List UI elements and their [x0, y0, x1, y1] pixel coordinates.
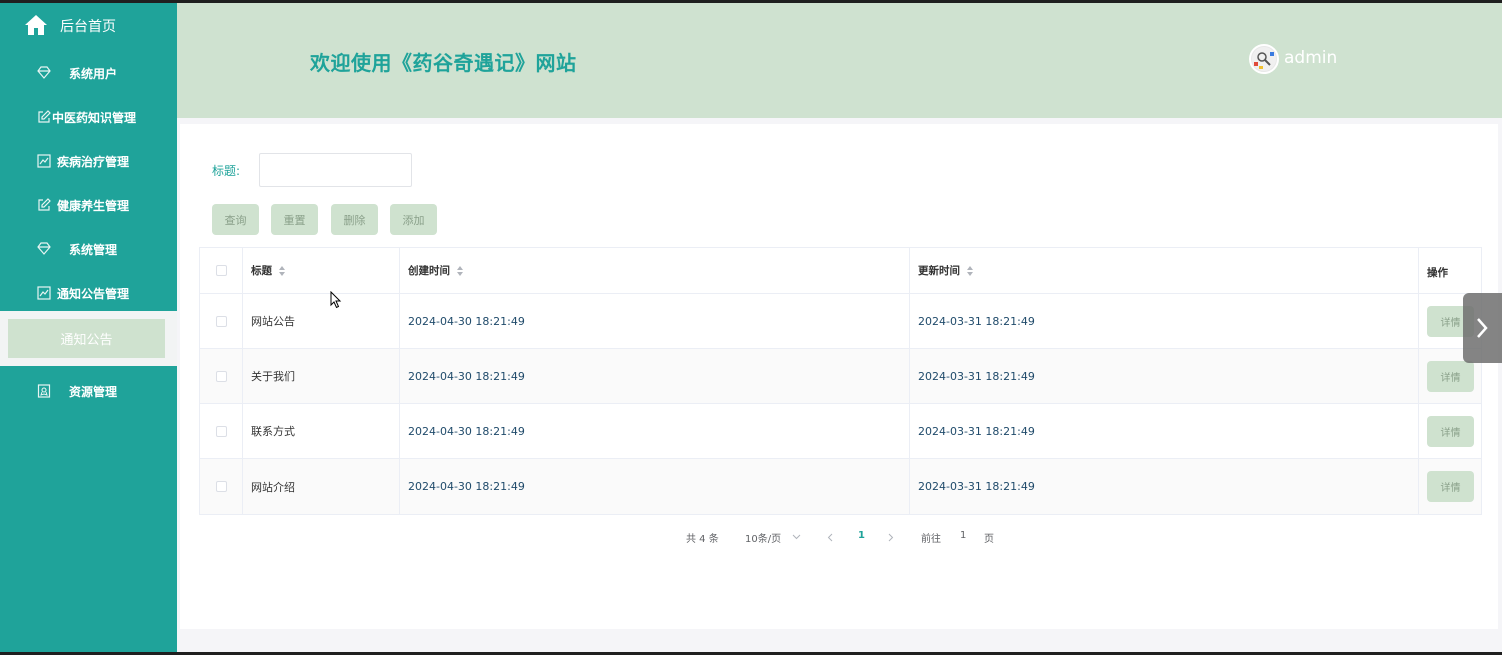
delete-button[interactable]: 删除	[331, 204, 378, 235]
column-header-title[interactable]: 标题	[243, 248, 400, 293]
main-content: 标题: 查询 重置 删除 添加 标题 创建时间 更新时间 操作 网站公告 202…	[180, 124, 1498, 629]
sidebar-item-label: 疾病治疗管理	[57, 155, 130, 169]
search-title-input[interactable]	[259, 153, 412, 187]
column-header-operation-label: 操作	[1427, 267, 1448, 279]
sidebar-item-label: 资源管理	[69, 385, 118, 399]
site-title: 欢迎使用《药谷奇遇记》网站	[310, 51, 577, 75]
row-updated: 2024-03-31 18:21:49	[910, 349, 1419, 403]
detail-button[interactable]: 详情	[1427, 471, 1474, 502]
pagination-current-page[interactable]: 1	[858, 530, 865, 541]
row-checkbox-cell	[200, 459, 243, 514]
pagination-page-size[interactable]: 10条/页	[745, 530, 781, 545]
column-header-updated-label: 更新时间	[918, 265, 960, 277]
pagination-goto-input[interactable]: 1	[960, 530, 966, 541]
sidebar-item-system-management[interactable]: 系统管理	[0, 229, 177, 269]
sidebar-item-label: 中医药知识管理	[52, 111, 137, 125]
column-header-created[interactable]: 创建时间	[400, 248, 910, 293]
username[interactable]: admin	[1284, 48, 1337, 68]
sidebar: 后台首页 系统用户 中医药知识管理 疾病治疗管理 健康养生管理 系统管理 通知公…	[0, 3, 177, 652]
next-page-icon[interactable]	[888, 533, 894, 542]
row-title: 联系方式	[243, 404, 400, 458]
select-all-checkbox[interactable]	[215, 265, 227, 276]
sort-icon[interactable]	[456, 265, 464, 276]
row-created: 2024-04-30 18:21:49	[400, 459, 910, 514]
sidebar-item-label: 通知公告管理	[57, 287, 130, 301]
row-created: 2024-04-30 18:21:49	[400, 404, 910, 458]
detail-button[interactable]: 详情	[1427, 415, 1474, 447]
sidebar-item-resource-management[interactable]: 资源管理	[0, 371, 177, 411]
column-header-operation: 操作	[1419, 248, 1481, 293]
row-operation: 详情	[1419, 459, 1481, 514]
row-updated: 2024-03-31 18:21:49	[910, 459, 1419, 514]
row-checkbox[interactable]	[215, 425, 227, 437]
chevron-right-icon	[1477, 318, 1488, 338]
diamond-icon	[37, 66, 51, 79]
sidebar-submenu: 通知公告	[0, 311, 177, 366]
search-title-label: 标题:	[212, 164, 241, 178]
row-checkbox[interactable]	[215, 370, 227, 382]
table-row: 联系方式 2024-04-30 18:21:49 2024-03-31 18:2…	[200, 404, 1481, 459]
table-row: 关于我们 2024-04-30 18:21:49 2024-03-31 18:2…	[200, 349, 1481, 404]
row-created: 2024-04-30 18:21:49	[400, 349, 910, 403]
sidebar-item-notice-management[interactable]: 通知公告管理	[0, 273, 177, 313]
pagination-goto-suffix: 页	[984, 534, 994, 545]
sidebar-item-disease-treatment[interactable]: 疾病治疗管理	[0, 141, 177, 181]
badge-icon	[37, 384, 51, 398]
notice-table: 标题 创建时间 更新时间 操作 网站公告 2024-04-30 18:21:49…	[199, 247, 1482, 515]
pagination-total: 共 4 条	[686, 534, 719, 545]
row-checkbox-cell	[200, 294, 243, 348]
detail-button[interactable]: 详情	[1427, 360, 1474, 392]
row-operation: 详情	[1419, 404, 1481, 458]
column-header-updated[interactable]: 更新时间	[910, 248, 1419, 293]
add-button[interactable]: 添加	[390, 204, 437, 235]
column-header-created-label: 创建时间	[408, 265, 450, 277]
diamond-icon	[37, 242, 51, 255]
row-updated: 2024-03-31 18:21:49	[910, 294, 1419, 348]
side-expand-button[interactable]	[1463, 293, 1502, 363]
row-checkbox-cell	[200, 349, 243, 403]
chart-icon	[37, 154, 51, 168]
reset-button[interactable]: 重置	[271, 204, 318, 235]
home-icon	[25, 15, 47, 35]
sort-icon[interactable]	[966, 265, 974, 276]
sidebar-home-label: 后台首页	[60, 19, 116, 35]
table-header-row: 标题 创建时间 更新时间 操作	[200, 248, 1481, 294]
top-header: 欢迎使用《药谷奇遇记》网站 admin	[177, 3, 1502, 118]
row-updated: 2024-03-31 18:21:49	[910, 404, 1419, 458]
chart-icon	[37, 286, 51, 300]
sort-icon[interactable]	[278, 265, 286, 276]
sidebar-home[interactable]: 后台首页	[0, 3, 177, 47]
row-title: 网站公告	[243, 294, 400, 348]
edit-icon	[38, 198, 51, 211]
app-frame: 后台首页 系统用户 中医药知识管理 疾病治疗管理 健康养生管理 系统管理 通知公…	[0, 3, 1502, 652]
mouse-cursor-icon	[330, 291, 342, 309]
row-checkbox-cell	[200, 404, 243, 458]
sidebar-item-health-care[interactable]: 健康养生管理	[0, 185, 177, 225]
sidebar-item-label: 健康养生管理	[57, 199, 130, 213]
prev-page-icon[interactable]	[827, 533, 833, 542]
sidebar-item-tcm-knowledge[interactable]: 中医药知识管理	[0, 97, 177, 137]
table-row: 网站公告 2024-04-30 18:21:49 2024-03-31 18:2…	[200, 294, 1481, 349]
row-checkbox[interactable]	[215, 315, 227, 327]
sidebar-item-system-users[interactable]: 系统用户	[0, 53, 177, 93]
query-button[interactable]: 查询	[212, 204, 259, 235]
sidebar-subitem-notice[interactable]: 通知公告	[8, 319, 165, 358]
row-created: 2024-04-30 18:21:49	[400, 294, 910, 348]
header-checkbox-cell	[200, 248, 243, 293]
avatar-image-icon	[1252, 47, 1276, 71]
sidebar-item-label: 系统管理	[69, 243, 118, 257]
sidebar-item-label: 系统用户	[69, 67, 118, 81]
edit-icon	[38, 110, 51, 123]
column-header-title-label: 标题	[251, 265, 272, 277]
chevron-down-icon[interactable]	[792, 534, 801, 540]
table-row: 网站介绍 2024-04-30 18:21:49 2024-03-31 18:2…	[200, 459, 1481, 514]
avatar[interactable]	[1249, 44, 1279, 74]
pagination-goto-prefix: 前往	[921, 534, 941, 545]
row-title: 关于我们	[243, 349, 400, 403]
row-title: 网站介绍	[243, 459, 400, 514]
row-checkbox[interactable]	[215, 481, 227, 492]
